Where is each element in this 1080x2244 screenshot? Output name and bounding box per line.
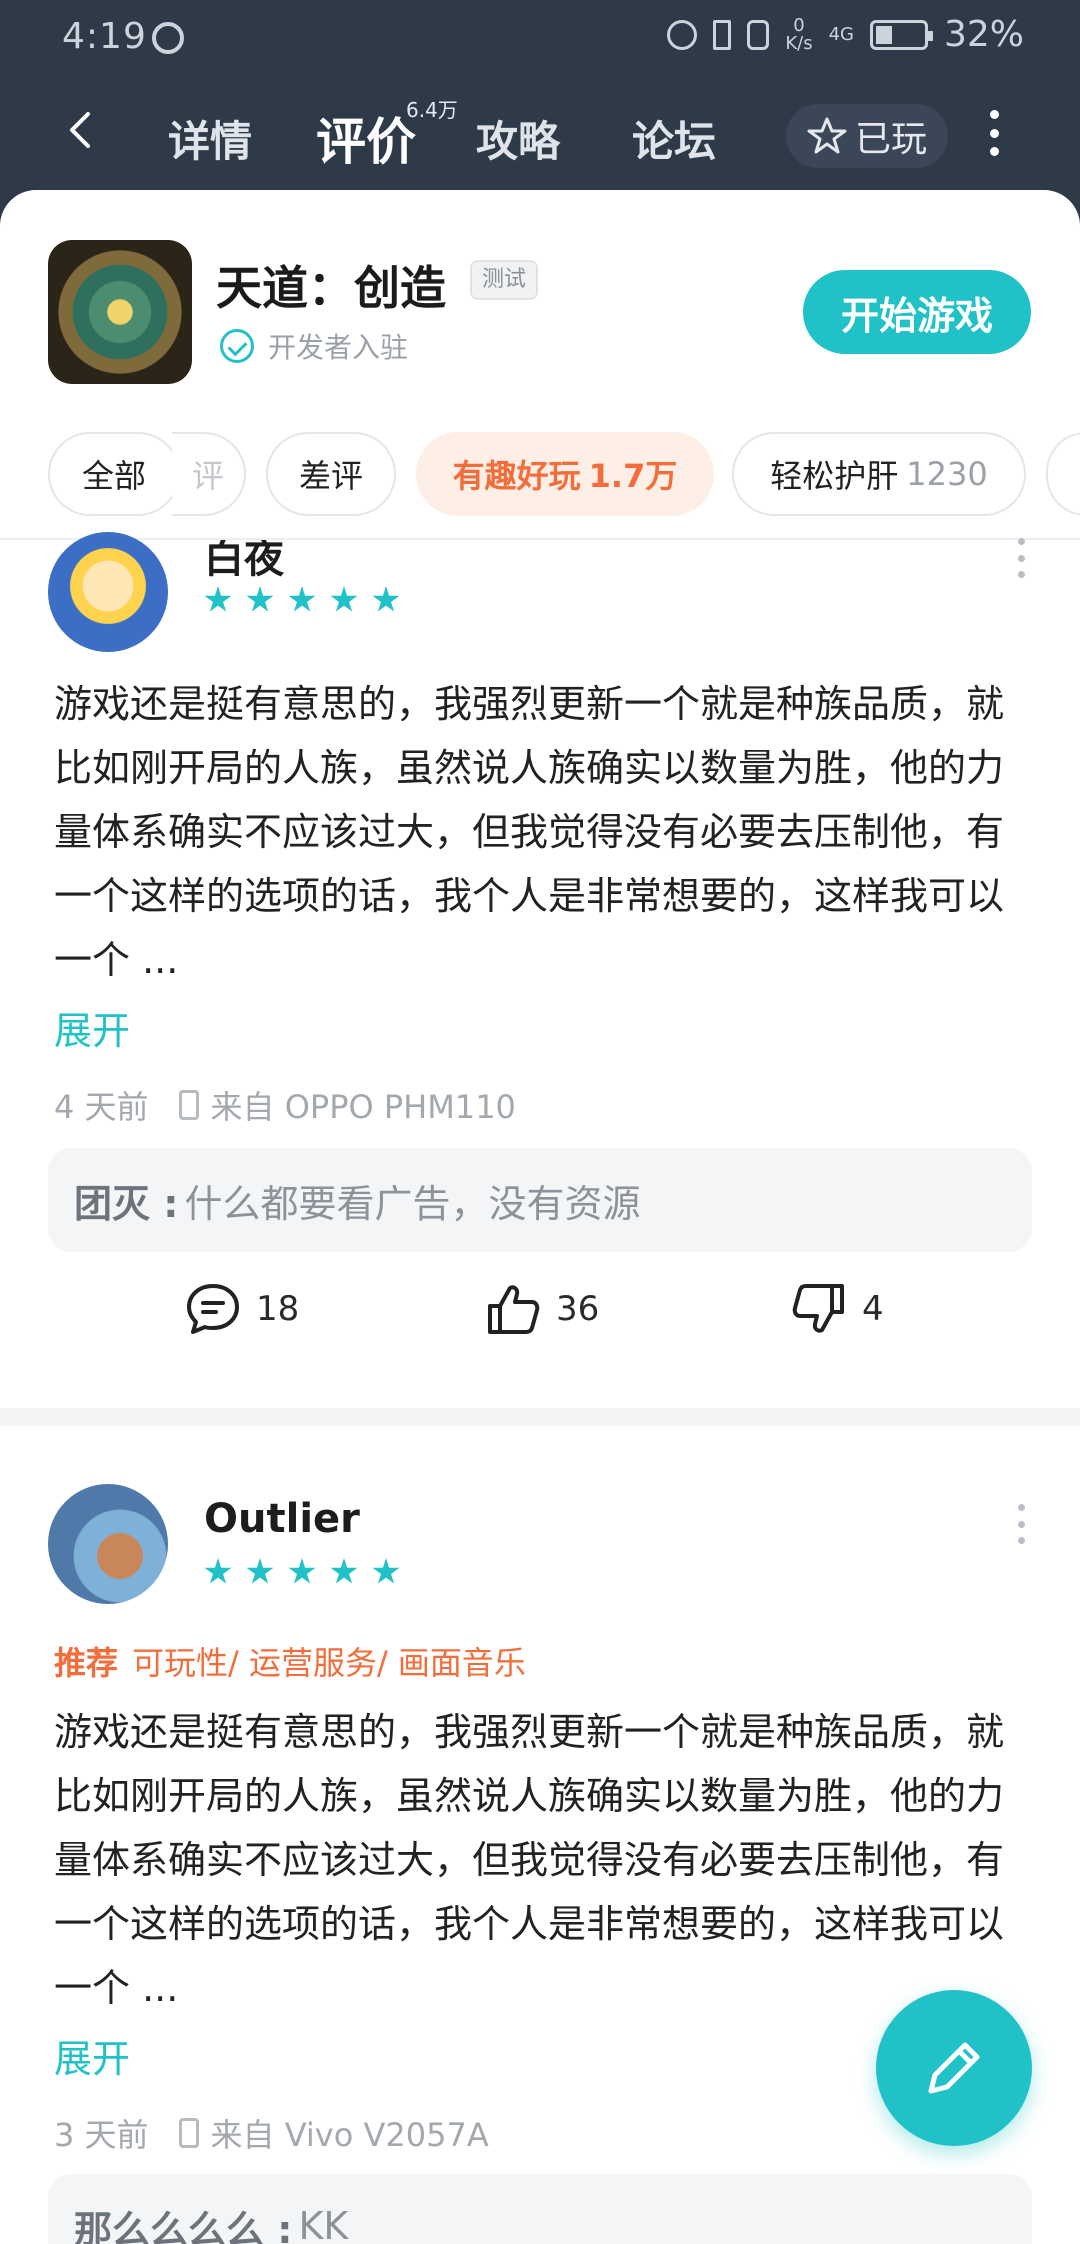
battery-percent: 32% xyxy=(943,14,1024,55)
like-button[interactable]: 36 xyxy=(484,1280,599,1338)
review-time: 3 天前 xyxy=(54,2116,149,2154)
review-actions: 18 36 4 xyxy=(0,1280,1080,1350)
reply-preview[interactable]: 那么么么么 : KK xyxy=(48,2174,1032,2244)
thumbs-down-icon xyxy=(792,1284,844,1333)
review-meta: 3 天前 来自 Vivo V2057A xyxy=(54,2110,489,2156)
review-device: 来自 Vivo V2057A xyxy=(210,2116,489,2154)
tab-guides[interactable]: 攻略 xyxy=(476,108,560,169)
filter-bad[interactable]: 差评 xyxy=(266,432,396,516)
filter-divider xyxy=(0,538,1080,540)
developer-verified: 开发者入驻 xyxy=(220,326,408,366)
filter-relaxing[interactable]: 轻松护肝 1230 xyxy=(732,432,1026,516)
rating-stars xyxy=(204,1558,400,1586)
star-icon xyxy=(246,1558,274,1584)
reply-text: 什么都要看广告，没有资源 xyxy=(184,1181,641,1226)
review-username[interactable]: Outlier xyxy=(204,1496,360,1542)
review-more-icon[interactable] xyxy=(1016,538,1026,578)
thumbs-up-icon xyxy=(488,1285,540,1334)
star-icon xyxy=(330,1558,358,1584)
filter-all[interactable]: 全部 xyxy=(48,432,180,516)
review-time: 4 天前 xyxy=(54,1088,149,1126)
top-nav: 详情 评价 6.4万 攻略 论坛 已玩 xyxy=(0,74,1080,192)
tab-details[interactable]: 详情 xyxy=(168,108,252,169)
review-tags: 推荐 可玩性/ 运营服务/ 画面音乐 xyxy=(54,1638,526,1684)
signal-icon: 4G xyxy=(828,23,854,45)
net-speed: 0 K/s xyxy=(785,14,813,54)
filter-more[interactable] xyxy=(1046,432,1080,516)
reply-text: KK xyxy=(298,2204,349,2244)
review-more-icon[interactable] xyxy=(1016,1504,1026,1544)
filter-fun[interactable]: 有趣好玩 1.7万 xyxy=(416,432,714,516)
start-game-button[interactable]: 开始游戏 xyxy=(803,270,1031,354)
dislike-count: 4 xyxy=(862,1289,884,1329)
played-label: 已玩 xyxy=(854,119,927,160)
write-review-button[interactable] xyxy=(876,1990,1032,2146)
status-bar: 4:19 0 K/s 4G 32% xyxy=(0,0,1080,74)
review-text[interactable]: 游戏还是挺有意思的，我强烈更新一个就是种族品质，就比如刚开局的人族，虽然说人族确… xyxy=(54,672,1034,992)
rating-stars xyxy=(204,586,400,614)
test-badge: 测试 xyxy=(470,260,539,300)
star-icon xyxy=(372,586,400,612)
section-divider xyxy=(0,1408,1080,1426)
avatar[interactable] xyxy=(48,1484,168,1604)
star-icon xyxy=(330,586,358,612)
review-text[interactable]: 游戏还是挺有意思的，我强烈更新一个就是种族品质，就比如刚开局的人族，虽然说人族确… xyxy=(54,1700,1034,2020)
phone-icon xyxy=(178,1090,199,1120)
like-count: 36 xyxy=(556,1289,600,1329)
check-circle-icon xyxy=(220,329,254,363)
avatar[interactable] xyxy=(48,532,168,652)
filter-bar: 全部 评 差评 有趣好玩 1.7万 轻松护肝 1230 xyxy=(0,432,1080,532)
tab-reviews-count: 6.4万 xyxy=(406,98,458,122)
reply-author: 那么么么么 : xyxy=(74,2207,293,2244)
developer-label: 开发者入驻 xyxy=(268,331,409,364)
tab-reviews[interactable]: 评价 xyxy=(316,102,416,174)
phone-icon xyxy=(178,2118,199,2148)
review-meta: 4 天前 来自 OPPO PHM110 xyxy=(54,1082,516,1128)
pencil-icon xyxy=(928,2042,980,2094)
star-icon xyxy=(204,586,232,612)
dislike-button[interactable]: 4 xyxy=(790,1280,884,1338)
comment-icon xyxy=(187,1284,239,1334)
comment-button[interactable]: 18 xyxy=(184,1280,299,1338)
bluetooth-icon xyxy=(713,19,732,50)
speed-icon xyxy=(152,22,184,54)
comment-count: 18 xyxy=(256,1289,300,1329)
star-icon xyxy=(246,586,274,612)
status-time: 4:19 xyxy=(62,16,147,57)
expand-link[interactable]: 展开 xyxy=(54,1000,130,1055)
review-username[interactable]: 白夜 xyxy=(204,540,284,584)
reply-preview[interactable]: 团灭 : 什么都要看广告，没有资源 xyxy=(48,1148,1032,1252)
star-outline-icon xyxy=(807,117,847,154)
game-header: 天道：创造 测试 开发者入驻 开始游戏 xyxy=(0,190,1080,384)
played-button[interactable]: 已玩 xyxy=(786,104,948,168)
tab-forum[interactable]: 论坛 xyxy=(632,108,716,169)
star-icon xyxy=(288,1558,316,1584)
reply-author: 团灭 : xyxy=(74,1181,179,1226)
back-arrow-icon[interactable] xyxy=(62,110,102,150)
content-sheet: 天道：创造 测试 开发者入驻 开始游戏 全部 评 差评 有趣好玩 1.7万 轻松护… xyxy=(0,190,1080,2244)
recommend-tag: 推荐 xyxy=(54,1644,119,1682)
tag-list: 可玩性/ 运营服务/ 画面音乐 xyxy=(132,1644,526,1682)
battery-icon xyxy=(869,19,933,50)
filter-good-partial[interactable]: 评 xyxy=(172,432,246,516)
star-icon xyxy=(372,1558,400,1584)
alarm-icon xyxy=(667,19,698,50)
review-device: 来自 OPPO PHM110 xyxy=(210,1088,516,1126)
more-menu-icon[interactable] xyxy=(984,110,1004,156)
game-title: 天道：创造 xyxy=(216,261,446,315)
expand-link[interactable]: 展开 xyxy=(54,2028,130,2083)
star-icon xyxy=(288,586,316,612)
status-icons: 0 K/s 4G 32% xyxy=(667,14,1024,55)
vibrate-icon xyxy=(747,19,770,50)
star-icon xyxy=(204,1558,232,1584)
game-icon[interactable] xyxy=(48,240,192,384)
